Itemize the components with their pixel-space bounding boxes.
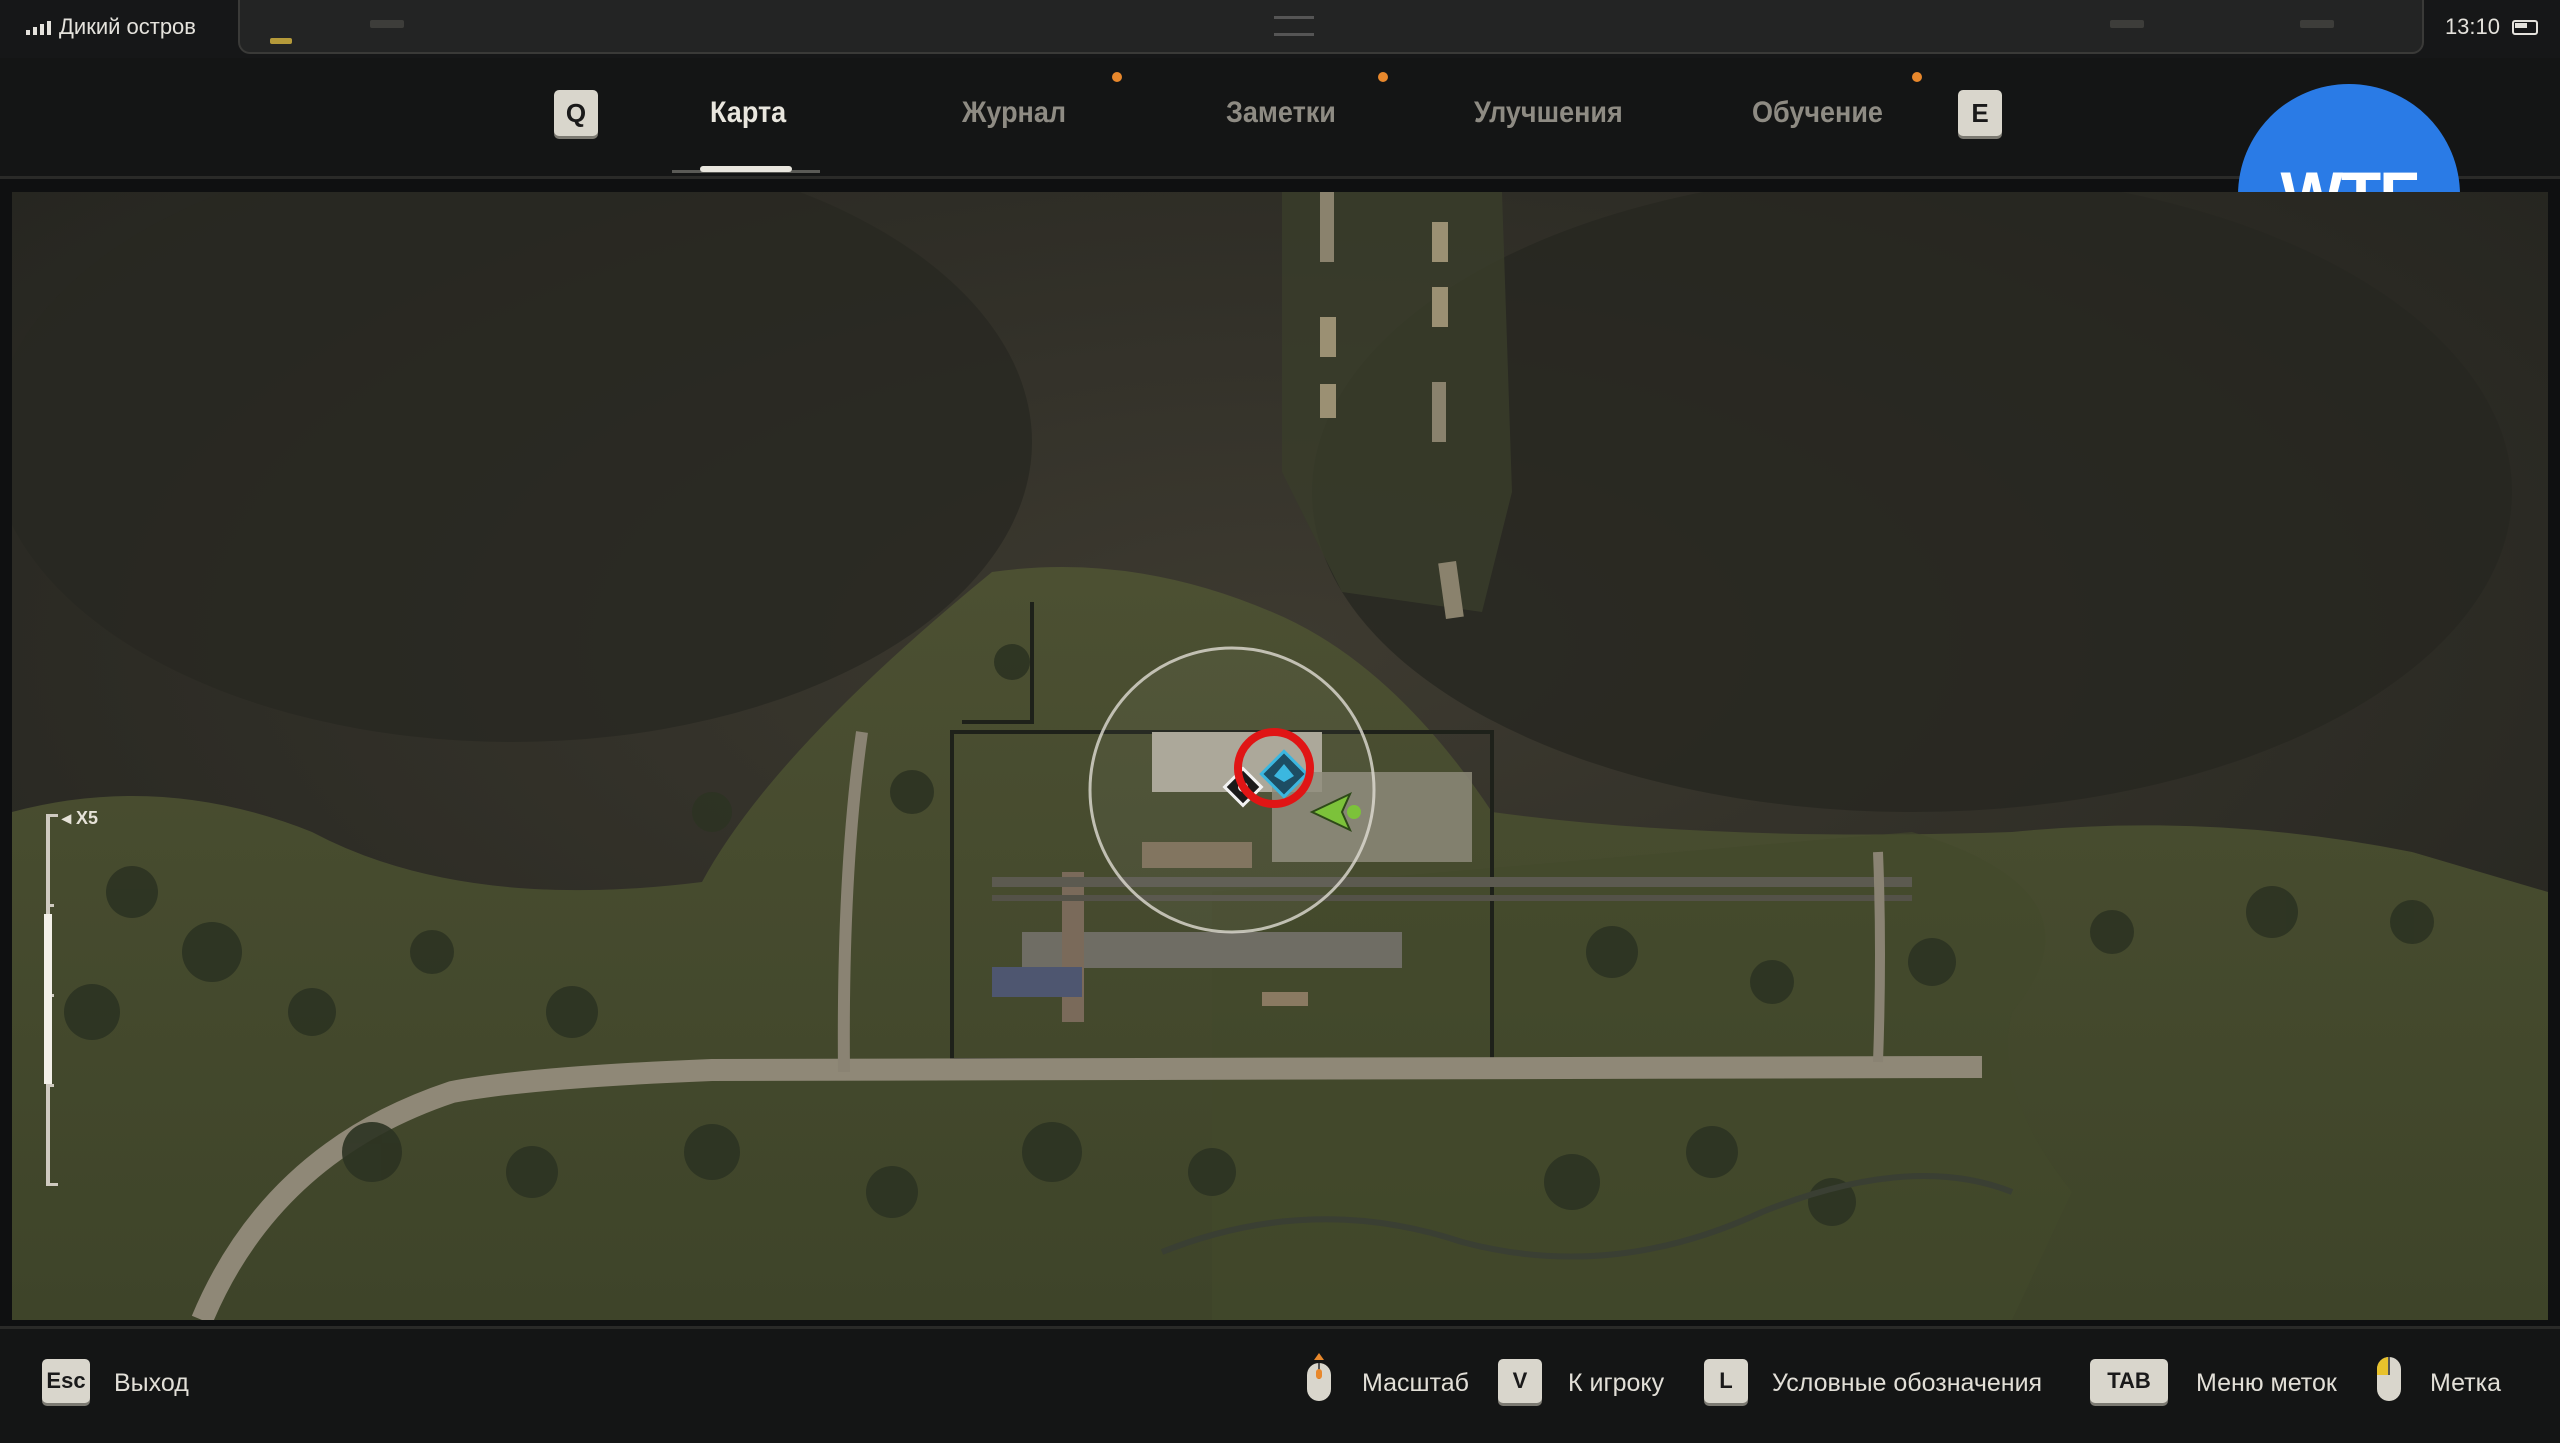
zoom-scale[interactable]	[42, 814, 62, 1186]
esc-key[interactable]: Esc	[42, 1359, 90, 1403]
location-name: Дикий остров	[59, 14, 196, 39]
active-tab-indicator	[700, 166, 792, 172]
signal-icon	[26, 19, 51, 35]
building	[1262, 992, 1308, 1006]
tab-bar: Q Карта Журнал Заметки Улучшения Обучени…	[0, 58, 2560, 179]
tab-key[interactable]: TAB	[2090, 1359, 2168, 1403]
journal-notify-dot	[1112, 72, 1122, 82]
tab-notes[interactable]: Заметки	[1226, 96, 1336, 130]
mark-label[interactable]: Метка	[2430, 1369, 2501, 1398]
status-right: 13:10	[2445, 14, 2538, 40]
zoom-level: ◂ X5	[62, 808, 99, 828]
legend-key[interactable]: L	[1704, 1359, 1748, 1403]
zoom-hint-label[interactable]: Масштаб	[1362, 1369, 1469, 1398]
prev-tab-key[interactable]: Q	[554, 90, 598, 136]
status-left: Дикий остров	[26, 14, 196, 40]
tab-upgrades[interactable]: Улучшения	[1474, 96, 1623, 130]
device-frame	[238, 0, 2424, 54]
battery-icon	[2512, 19, 2538, 35]
clock: 13:10	[2444, 14, 2500, 39]
tab-map[interactable]: Карта	[710, 96, 786, 130]
mouse-scroll-icon	[1307, 1353, 1331, 1401]
side-road	[1873, 851, 1885, 1063]
mouse-click-icon	[2377, 1357, 2401, 1401]
building	[1062, 872, 1084, 1022]
tab-journal[interactable]: Журнал	[962, 96, 1066, 130]
notes-notify-dot	[1378, 72, 1388, 82]
pier	[1320, 192, 1334, 262]
map-terrain[interactable]	[12, 192, 2548, 1320]
building	[992, 967, 1082, 997]
to-player-label[interactable]: К игроку	[1568, 1369, 1664, 1398]
to-player-key[interactable]: V	[1498, 1359, 1542, 1403]
zoom-thumb[interactable]	[44, 914, 52, 1084]
next-tab-key[interactable]: E	[1958, 90, 2002, 136]
tab-tutorial[interactable]: Обучение	[1752, 96, 1883, 130]
tutorial-notify-dot	[1912, 72, 1922, 82]
legend-label[interactable]: Условные обозначения	[1772, 1369, 2042, 1398]
marks-menu-label[interactable]: Меню меток	[2196, 1369, 2337, 1398]
map-viewport[interactable]: ◂ X5	[12, 192, 2548, 1320]
status-bar: Дикий остров 13:10	[0, 0, 2560, 58]
exit-label[interactable]: Выход	[114, 1369, 189, 1398]
bottom-hint-bar: Esc Выход Масштаб V К игроку L Условные …	[0, 1326, 2560, 1443]
